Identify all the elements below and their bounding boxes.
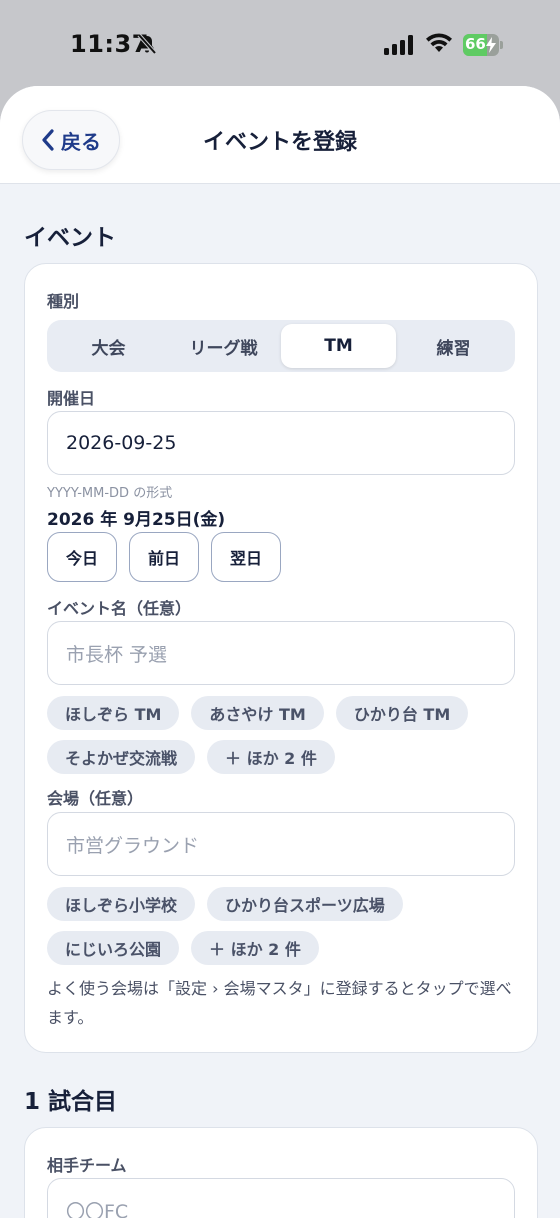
wifi-icon	[426, 33, 452, 52]
segment-taikai[interactable]: 大会	[51, 324, 166, 368]
segment-practice[interactable]: 練習	[396, 324, 511, 368]
venue-suggestions-row-2: にじいろ公園 ＋ ほか 2 件	[47, 931, 319, 965]
venue-chip[interactable]: にじいろ公園	[47, 931, 180, 965]
event-name-suggestions-row-1: ほしぞら TM あさやけ TM ひかり台 TM	[47, 696, 469, 730]
suggestion-chip[interactable]: ひかり台 TM	[335, 696, 469, 730]
page-title: イベントを登録	[202, 130, 357, 155]
event-type-segmented-control: 大会 リーグ戦 TM 練習	[47, 320, 515, 372]
segment-tm[interactable]: TM	[281, 324, 396, 368]
segment-league[interactable]: リーグ戦	[166, 324, 281, 368]
event-card: 種別 大会 リーグ戦 TM 練習 開催日 2026-09-25 YYYY-MM-…	[24, 263, 538, 1053]
venue-chip[interactable]: ほしぞら小学校	[47, 887, 196, 921]
date-display: 2026 年 9月25日(金)	[47, 510, 226, 530]
modal-sheet: 戻る イベントを登録 イベント 種別 大会 リーグ戦 TM 練習 開催日 202…	[0, 86, 560, 1218]
battery-cap	[500, 41, 503, 49]
type-label: 種別	[47, 292, 80, 311]
charging-bolt-icon	[486, 37, 496, 53]
navigation-bar: 戻る イベントを登録	[0, 86, 560, 184]
next-day-button[interactable]: 翌日	[211, 532, 281, 582]
previous-day-button[interactable]: 前日	[129, 532, 199, 582]
event-name-suggestions-row-2: そよかぜ交流戦 ＋ ほか 2 件	[47, 740, 335, 774]
event-name-label: イベント名（任意）	[47, 599, 192, 618]
battery-body: 66	[463, 34, 499, 56]
today-button[interactable]: 今日	[47, 532, 117, 582]
opponent-input[interactable]: 〇〇FC	[47, 1178, 515, 1218]
bell-slash-icon	[137, 33, 157, 55]
section-title-event: イベント	[24, 225, 116, 251]
venue-chip[interactable]: ひかり台スポーツ広場	[207, 887, 403, 921]
status-bar: 11:37 66	[0, 0, 560, 88]
venue-input[interactable]: 市営グラウンド	[47, 812, 515, 876]
more-suggestions-chip[interactable]: ＋ ほか 2 件	[207, 740, 335, 774]
cellular-signal-icon	[384, 35, 413, 55]
date-input[interactable]: 2026-09-25	[47, 411, 515, 475]
section-title-match-1: 1 試合目	[24, 1089, 118, 1115]
opponent-label: 相手チーム	[47, 1156, 127, 1175]
suggestion-chip[interactable]: そよかぜ交流戦	[47, 740, 196, 774]
event-name-input[interactable]: 市長杯 予選	[47, 621, 515, 685]
venue-label: 会場（任意）	[47, 789, 144, 808]
venue-suggestions-row-1: ほしぞら小学校 ひかり台スポーツ広場	[47, 887, 403, 921]
suggestion-chip[interactable]: ほしぞら TM	[47, 696, 180, 730]
venue-help-text: よく使う会場は「設定 › 会場マスタ」に登録するとタップで選べます。	[47, 979, 512, 1027]
suggestion-chip[interactable]: あさやけ TM	[191, 696, 324, 730]
battery-indicator: 66	[463, 34, 503, 56]
quick-date-buttons: 今日 前日 翌日	[47, 532, 281, 582]
match-card: 相手チーム 〇〇FC	[24, 1127, 538, 1218]
more-venues-chip[interactable]: ＋ ほか 2 件	[191, 931, 319, 965]
date-format-hint: YYYY-MM-DD の形式	[47, 486, 173, 501]
date-label: 開催日	[47, 389, 96, 408]
